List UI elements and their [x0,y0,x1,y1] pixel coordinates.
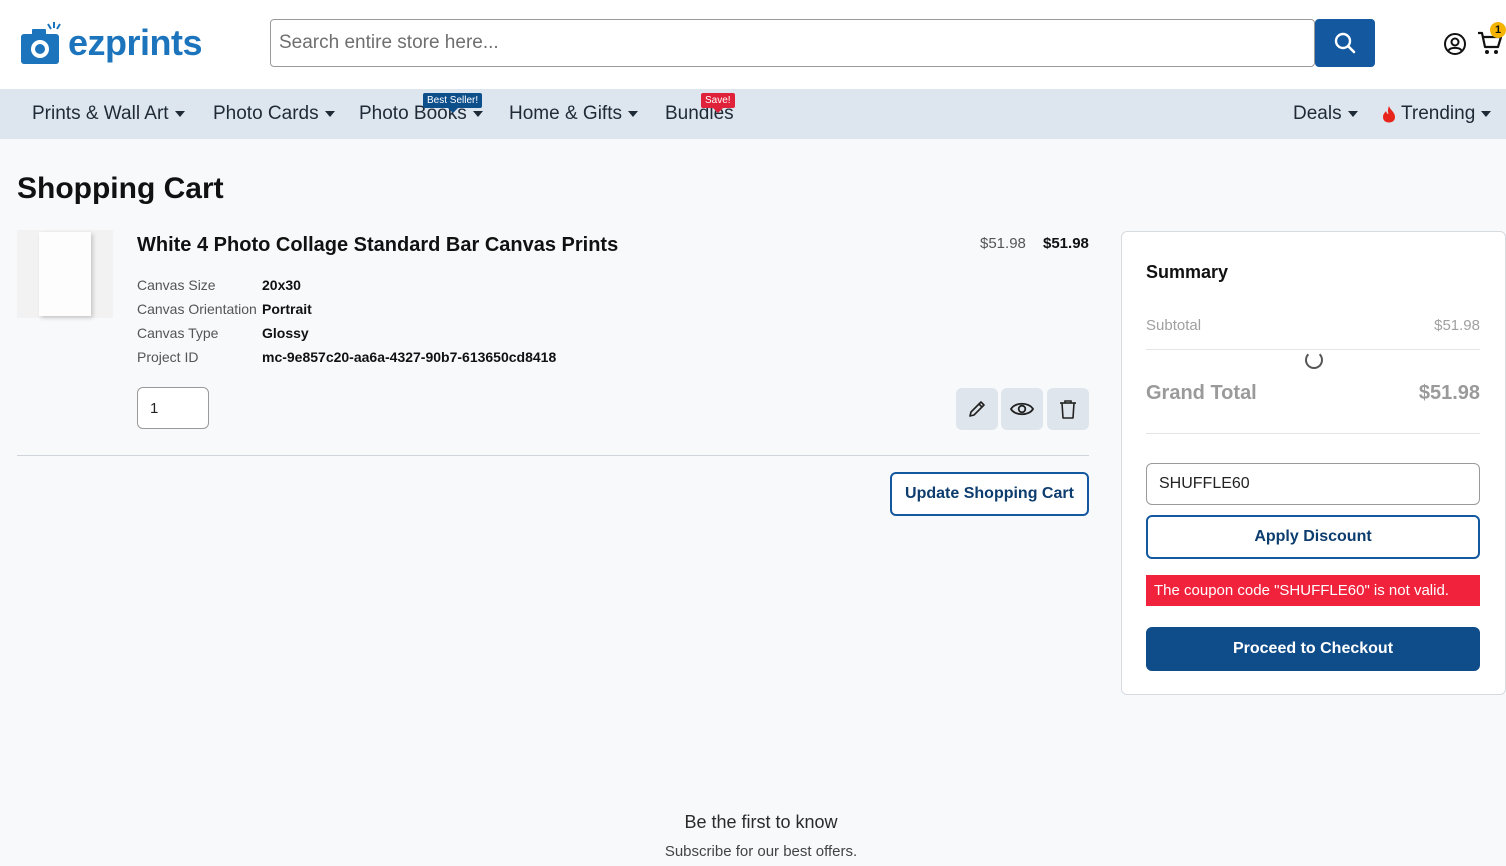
save-badge: Save! [701,93,735,113]
site-header: ezprints 1 [0,0,1506,89]
canvas-preview-image [39,232,91,316]
trash-icon [1060,400,1076,419]
apply-discount-button[interactable]: Apply Discount [1146,515,1480,559]
product-thumbnail[interactable] [17,230,113,318]
search-input[interactable] [270,19,1315,67]
nav-photo-books[interactable]: Best Seller! Photo Books [359,93,483,125]
order-summary-panel: Summary Subtotal $51.98 Grand Total $51.… [1121,231,1506,695]
original-price: $51.98 [980,235,1026,252]
grand-total-value: $51.98 [1418,382,1480,404]
preview-item-button[interactable] [1001,388,1043,430]
best-seller-badge: Best Seller! [423,93,483,113]
main-navigation: Prints & Wall Art Photo Cards Best Selle… [0,89,1506,139]
delete-item-button[interactable] [1047,388,1089,430]
nav-label: Trending [1401,103,1476,124]
subtotal-label: Subtotal [1146,317,1202,334]
cart-count-badge: 1 [1490,22,1506,38]
quantity-input[interactable] [137,387,209,429]
nav-label: Home & Gifts [509,103,622,124]
summary-divider [1146,433,1480,434]
search-button[interactable] [1315,19,1375,67]
final-price: $51.98 [1043,235,1089,252]
nav-prints-wall-art[interactable]: Prints & Wall Art [32,103,185,125]
caret-down-icon [174,111,185,117]
nav-deals[interactable]: Deals [1293,103,1358,125]
option-value-canvas-type: Glossy [262,325,309,341]
eye-icon [1010,402,1034,416]
nav-photo-cards[interactable]: Photo Cards [213,103,335,125]
logo-text: ezprints [68,22,203,63]
nav-label: Photo Cards [213,103,319,124]
newsletter-subtitle: Subscribe for our best offers. [664,843,858,860]
update-shopping-cart-button[interactable]: Update Shopping Cart [890,472,1089,516]
nav-bundles[interactable]: Save! Bundles [665,93,735,125]
caret-down-icon [324,111,335,117]
account-icon[interactable] [1443,32,1467,56]
caret-down-icon [1481,111,1492,117]
edit-item-button[interactable] [956,388,998,430]
coupon-error-message: The coupon code "SHUFFLE60" is not valid… [1146,575,1480,606]
caret-down-icon [1347,111,1358,117]
nav-label: Prints & Wall Art [32,103,169,124]
nav-home-gifts[interactable]: Home & Gifts [509,103,638,125]
ezprints-logo[interactable]: ezprints [18,18,203,68]
page-title: Shopping Cart [17,172,224,205]
nav-label: Deals [1293,103,1342,124]
option-value-canvas-size: 20x30 [262,277,301,293]
nav-trending[interactable]: Trending [1382,103,1492,125]
search-icon [1334,32,1356,54]
summary-divider [1146,349,1480,350]
summary-title: Summary [1146,262,1229,282]
coupon-code-input[interactable] [1146,463,1480,505]
proceed-to-checkout-button[interactable]: Proceed to Checkout [1146,627,1480,671]
product-name[interactable]: White 4 Photo Collage Standard Bar Canva… [137,234,618,257]
loading-spinner-icon [1305,351,1323,369]
option-label-canvas-type: Canvas Type [137,325,219,341]
pencil-icon [969,401,985,417]
caret-down-icon [472,111,483,117]
caret-down-icon [627,111,638,117]
newsletter-title: Be the first to know [684,812,838,832]
option-label-project-id: Project ID [137,349,199,365]
flame-icon [1383,106,1395,123]
option-label-canvas-orientation: Canvas Orientation [137,301,257,317]
subtotal-value: $51.98 [1434,317,1480,334]
option-value-canvas-orientation: Portrait [262,301,312,317]
option-label-canvas-size: Canvas Size [137,277,216,293]
option-value-project-id: mc-9e857c20-aa6a-4327-90b7-613650cd8418 [262,349,557,365]
camera-logo-icon [21,22,61,64]
grand-total-label: Grand Total [1146,382,1257,404]
cart-divider [17,455,1089,456]
